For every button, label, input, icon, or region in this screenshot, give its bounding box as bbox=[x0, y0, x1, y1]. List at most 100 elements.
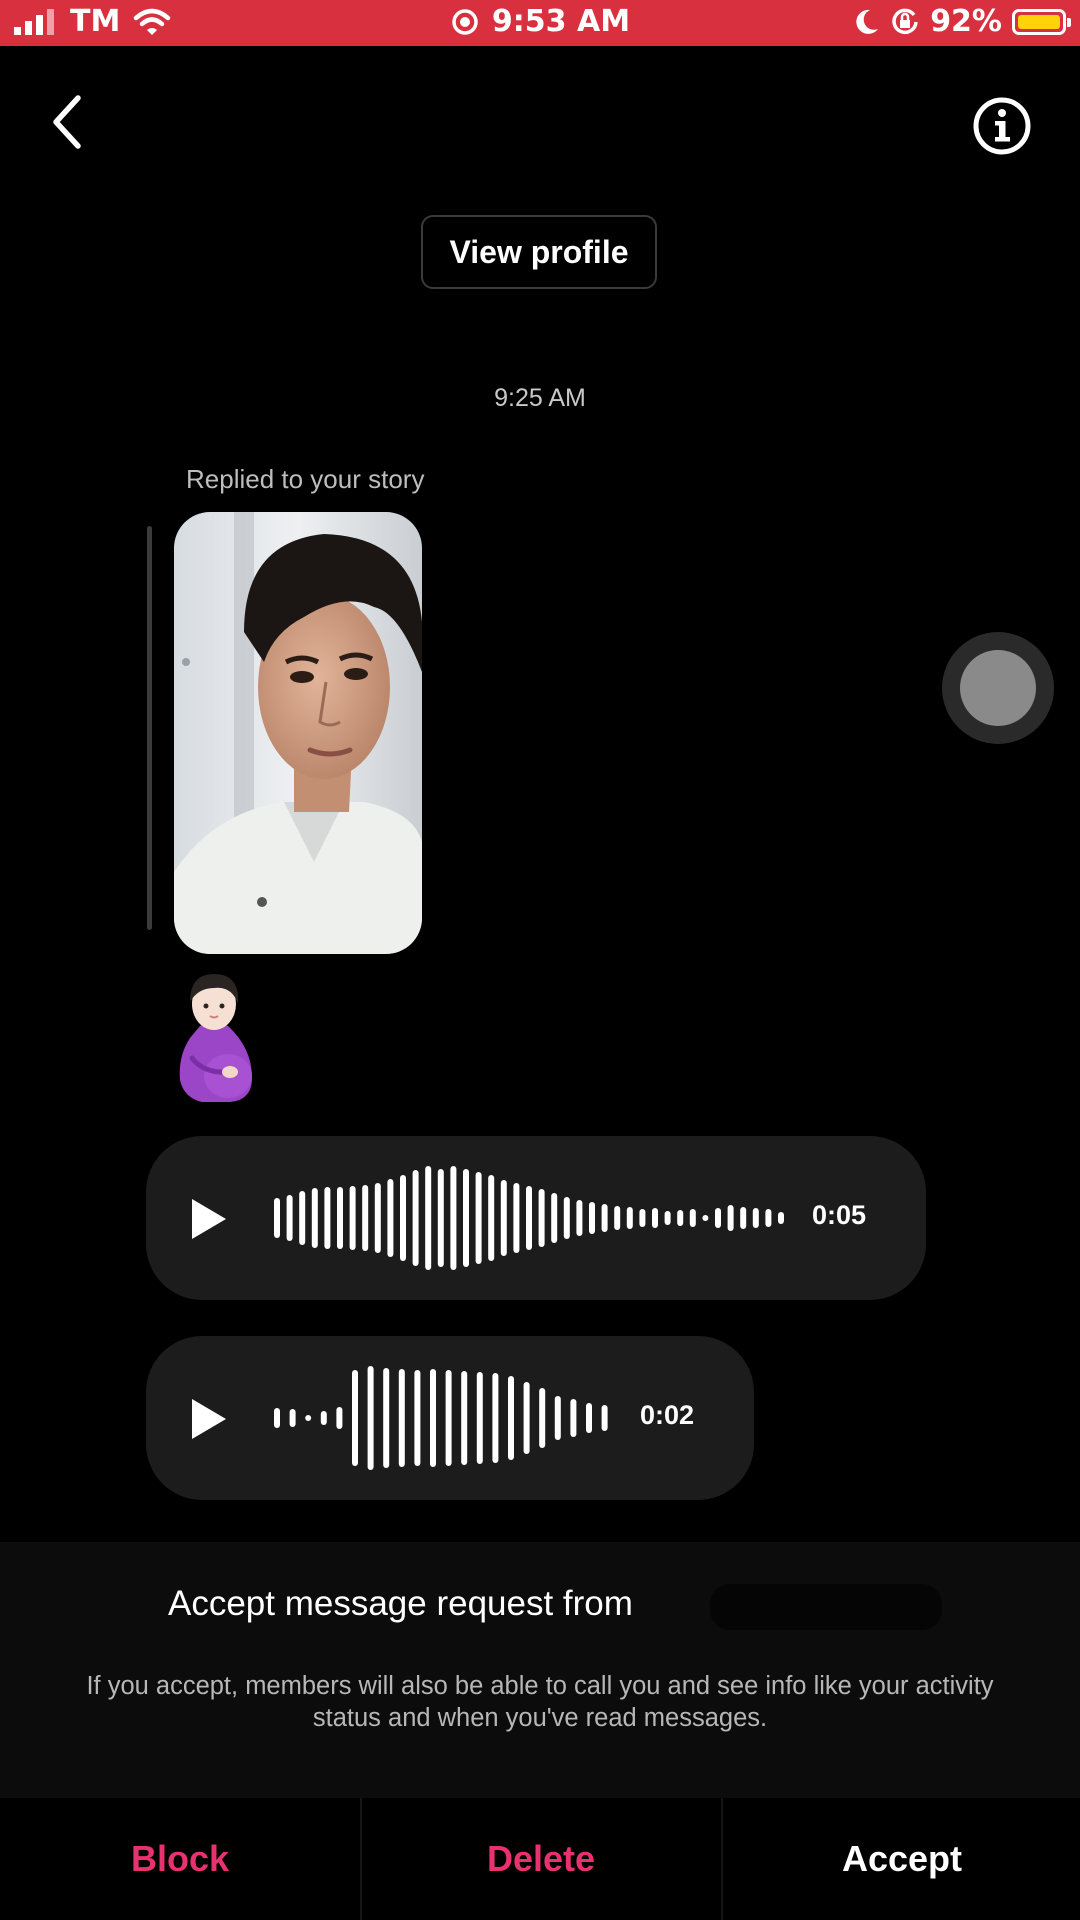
waveform-bar bbox=[601, 1204, 608, 1232]
pregnant-woman-emoji bbox=[179, 974, 252, 1102]
waveform-bar bbox=[563, 1197, 570, 1239]
waveform-bar bbox=[778, 1212, 784, 1224]
orientation-lock-icon bbox=[892, 8, 918, 34]
waveform-bar bbox=[336, 1407, 343, 1429]
waveform-bar bbox=[299, 1191, 306, 1245]
waveform-bar bbox=[320, 1411, 327, 1425]
waveform-bar bbox=[752, 1208, 759, 1228]
waveform-bar bbox=[289, 1409, 296, 1427]
waveform-bar bbox=[337, 1187, 343, 1249]
waveform-bar bbox=[601, 1405, 608, 1431]
message-request-panel: Accept message request from If you accep… bbox=[0, 1542, 1080, 1798]
waveform-bar bbox=[523, 1382, 530, 1454]
view-profile-button[interactable]: View profile bbox=[421, 215, 657, 289]
waveform-bar bbox=[538, 1189, 545, 1247]
chevron-left-icon bbox=[53, 95, 81, 149]
waveform-bar bbox=[324, 1187, 331, 1249]
waveform-bar bbox=[554, 1396, 561, 1440]
reply-indicator-bar bbox=[147, 526, 152, 930]
play-icon[interactable] bbox=[190, 1397, 228, 1441]
assistive-touch-button[interactable] bbox=[942, 632, 1054, 744]
waveform bbox=[274, 1366, 608, 1470]
voice-message[interactable]: 0:02 bbox=[146, 1336, 754, 1500]
back-button[interactable] bbox=[48, 92, 88, 152]
waveform-bar bbox=[740, 1207, 747, 1229]
waveform-bar bbox=[437, 1169, 444, 1267]
play-icon[interactable] bbox=[190, 1197, 228, 1241]
waveform-bar bbox=[492, 1373, 499, 1463]
waveform-bar bbox=[513, 1183, 520, 1253]
waveform-bar bbox=[570, 1399, 577, 1437]
waveform-bar bbox=[765, 1209, 772, 1227]
story-thumbnail[interactable] bbox=[174, 512, 422, 954]
waveform-bar bbox=[551, 1193, 558, 1243]
waveform-bar bbox=[463, 1169, 469, 1267]
waveform-bar bbox=[488, 1175, 495, 1261]
block-button[interactable]: Block bbox=[0, 1798, 360, 1920]
delete-button[interactable]: Delete bbox=[361, 1798, 721, 1920]
assistive-touch-inner bbox=[960, 650, 1036, 726]
voice-message[interactable]: 0:05 bbox=[146, 1136, 926, 1300]
waveform bbox=[274, 1166, 784, 1270]
request-description: If you accept, members will also be able… bbox=[86, 1672, 994, 1732]
waveform-bar bbox=[400, 1175, 406, 1261]
waveform-bar bbox=[374, 1183, 381, 1253]
waveform-bar bbox=[445, 1370, 452, 1466]
clock: 9:53 AM bbox=[491, 4, 631, 39]
location-icon bbox=[452, 8, 478, 35]
waveform-bar bbox=[526, 1186, 532, 1250]
battery-percent: 92% bbox=[930, 4, 1002, 39]
waveform-bar bbox=[450, 1166, 457, 1270]
waveform-bar bbox=[362, 1185, 369, 1251]
message-timestamp: 9:25 AM bbox=[494, 384, 586, 412]
moon-icon bbox=[856, 9, 879, 34]
waveform-bar bbox=[414, 1370, 421, 1466]
waveform-bar bbox=[652, 1208, 658, 1228]
voice-duration: 0:05 bbox=[812, 1200, 867, 1230]
waveform-bar bbox=[689, 1209, 696, 1227]
waveform-bar bbox=[274, 1198, 280, 1238]
waveform-bar bbox=[677, 1210, 684, 1226]
emoji-message[interactable] bbox=[170, 968, 260, 1108]
waveform-bar bbox=[727, 1205, 734, 1231]
waveform-bar bbox=[500, 1180, 507, 1256]
waveform-bar bbox=[430, 1369, 436, 1467]
waveform-bar bbox=[576, 1200, 583, 1236]
request-action-bar: Block Delete Accept bbox=[0, 1798, 1080, 1920]
redacted-username bbox=[710, 1584, 942, 1630]
waveform-bar bbox=[387, 1179, 394, 1257]
waveform-bar bbox=[475, 1172, 482, 1264]
voice-duration: 0:02 bbox=[640, 1400, 695, 1430]
battery-icon bbox=[1012, 8, 1071, 35]
waveform-bar bbox=[614, 1206, 621, 1230]
waveform-bar bbox=[508, 1376, 514, 1460]
waveform-bar bbox=[274, 1408, 280, 1428]
status-bar-right: 92% bbox=[854, 4, 1071, 39]
info-button[interactable] bbox=[972, 96, 1032, 156]
waveform-bar bbox=[461, 1371, 468, 1465]
waveform-bar bbox=[702, 1215, 709, 1221]
waveform-bar bbox=[626, 1207, 633, 1229]
story-reply-label: Replied to your story bbox=[186, 464, 425, 494]
waveform-bar bbox=[586, 1403, 592, 1433]
waveform-bar bbox=[286, 1195, 293, 1241]
waveform-bar bbox=[398, 1369, 405, 1467]
waveform-bar bbox=[412, 1170, 419, 1266]
waveform-bar bbox=[476, 1372, 483, 1464]
request-title: Accept message request from bbox=[168, 1584, 633, 1623]
waveform-bar bbox=[539, 1388, 546, 1448]
waveform-bar bbox=[352, 1370, 358, 1466]
waveform-bar bbox=[305, 1415, 312, 1421]
status-bar: TM 9:53 AM 92% bbox=[0, 0, 1080, 46]
waveform-bar bbox=[383, 1368, 390, 1468]
waveform-bar bbox=[349, 1186, 356, 1250]
accept-button[interactable]: Accept bbox=[722, 1798, 1080, 1920]
waveform-bar bbox=[311, 1188, 318, 1248]
waveform-bar bbox=[639, 1209, 646, 1227]
info-circle-icon bbox=[973, 97, 1031, 155]
waveform-bar bbox=[589, 1202, 595, 1234]
waveform-bar bbox=[425, 1166, 432, 1270]
waveform-bar bbox=[715, 1208, 721, 1228]
waveform-bar bbox=[367, 1366, 374, 1470]
waveform-bar bbox=[664, 1211, 671, 1225]
